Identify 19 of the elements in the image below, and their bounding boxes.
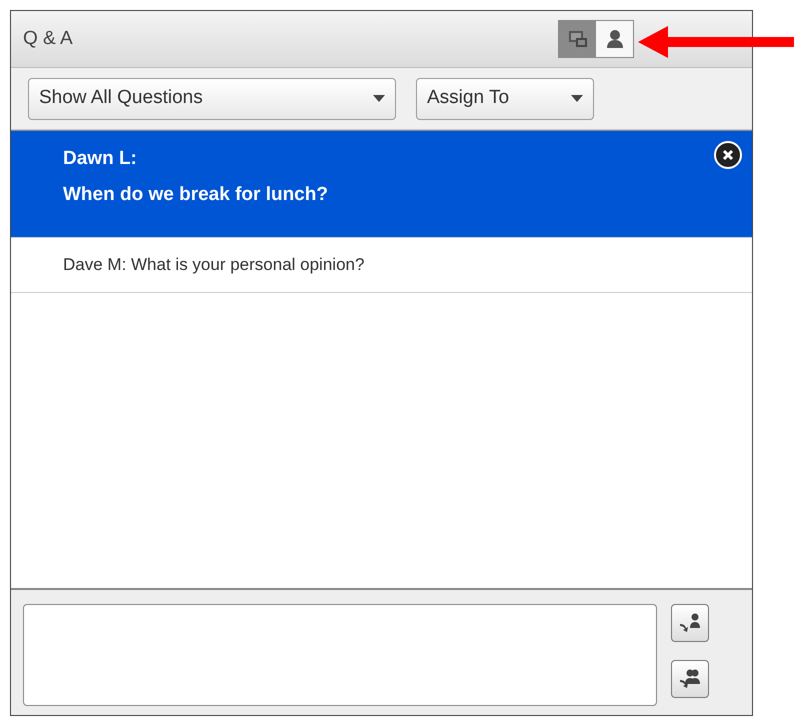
question-text: When do we break for lunch? — [63, 183, 328, 207]
view-toggle-button[interactable] — [559, 21, 596, 57]
send-all-button[interactable] — [671, 660, 709, 698]
view-toggle-button[interactable] — [596, 21, 633, 57]
caret-icon — [571, 95, 583, 102]
close-icon — [722, 149, 734, 161]
asker-name: Dawn L: — [63, 147, 137, 171]
question-item[interactable]: Dave M: What is your personal opinion? — [11, 238, 752, 293]
person-arrow-icon — [678, 612, 702, 634]
send-one-button[interactable] — [671, 604, 709, 642]
panel-title: Q & A — [23, 26, 73, 51]
answer-field[interactable] — [23, 604, 657, 706]
caret-icon — [373, 95, 385, 102]
people-arrow-icon — [678, 668, 702, 690]
filter-dropdown[interactable]: Assign To — [416, 78, 594, 120]
question-item[interactable]: Dawn L: When do we break for lunch? — [11, 131, 752, 238]
monitor-icon — [566, 28, 588, 50]
close-button[interactable] — [714, 141, 742, 169]
filter-dropdown[interactable]: Show All Questions — [28, 78, 396, 120]
